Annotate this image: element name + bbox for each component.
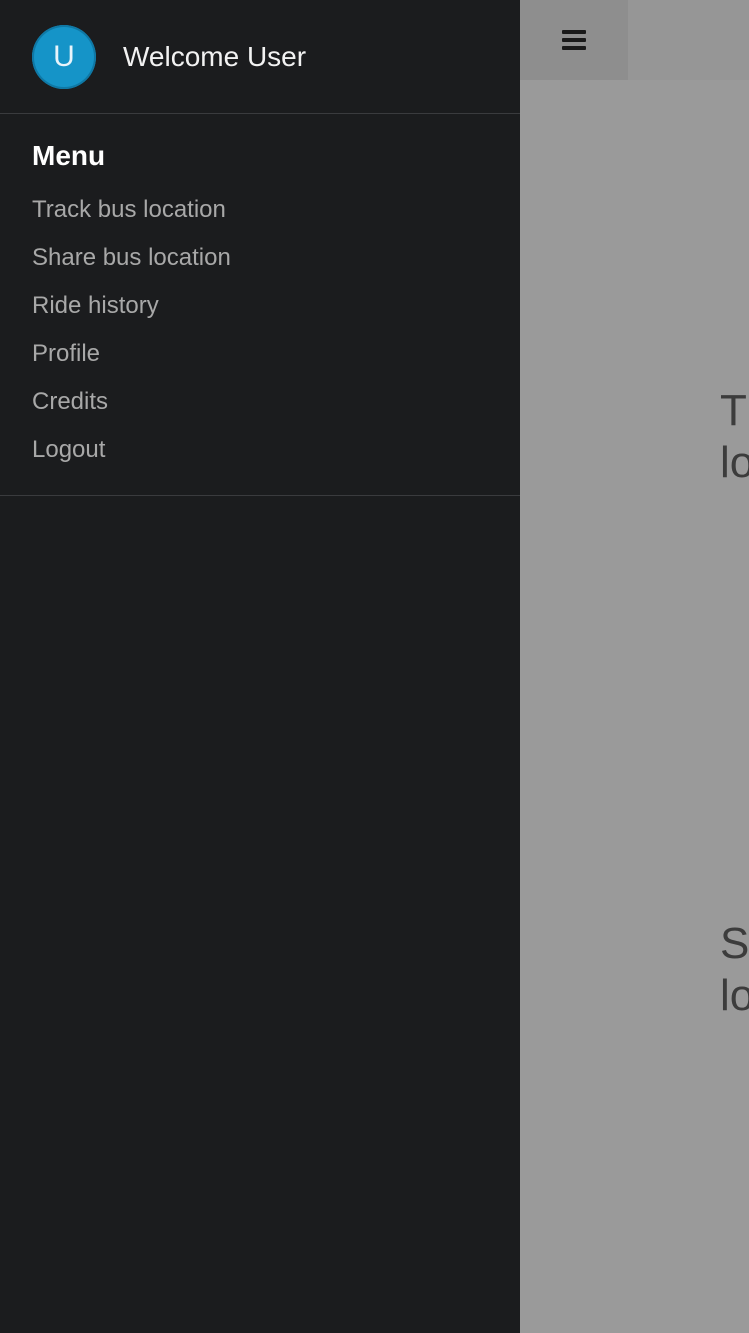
main-option-share[interactable]: S lo — [720, 918, 749, 1022]
app: T lo S lo U Welcome User Menu Track bus … — [0, 0, 749, 1333]
menu-item-share-bus-location[interactable]: Share bus location — [32, 234, 520, 282]
menu-list: Track bus location Share bus location Ri… — [32, 186, 520, 474]
menu-item-credits[interactable]: Credits — [32, 378, 520, 426]
menu-toggle-button[interactable] — [520, 0, 628, 80]
main-option-track-line1: T — [720, 386, 747, 435]
navigation-drawer: U Welcome User Menu Track bus location S… — [0, 0, 520, 1333]
main-option-share-line1: S — [720, 919, 749, 968]
menu-title: Menu — [32, 140, 106, 171]
avatar: U — [32, 24, 96, 89]
menu-item-track-bus-location[interactable]: Track bus location — [32, 186, 520, 234]
drawer-header: U Welcome User — [0, 0, 520, 114]
main-option-track[interactable]: T lo — [720, 385, 749, 489]
main-option-track-line2: lo — [720, 438, 749, 487]
main-option-share-line2: lo — [720, 971, 749, 1020]
menu-item-ride-history[interactable]: Ride history — [32, 282, 520, 330]
welcome-text: Welcome User — [123, 40, 307, 72]
menu-item-profile[interactable]: Profile — [32, 330, 520, 378]
hamburger-icon — [562, 30, 586, 50]
menu-section: Menu Track bus location Share bus locati… — [0, 114, 520, 496]
menu-item-logout[interactable]: Logout — [32, 426, 520, 474]
